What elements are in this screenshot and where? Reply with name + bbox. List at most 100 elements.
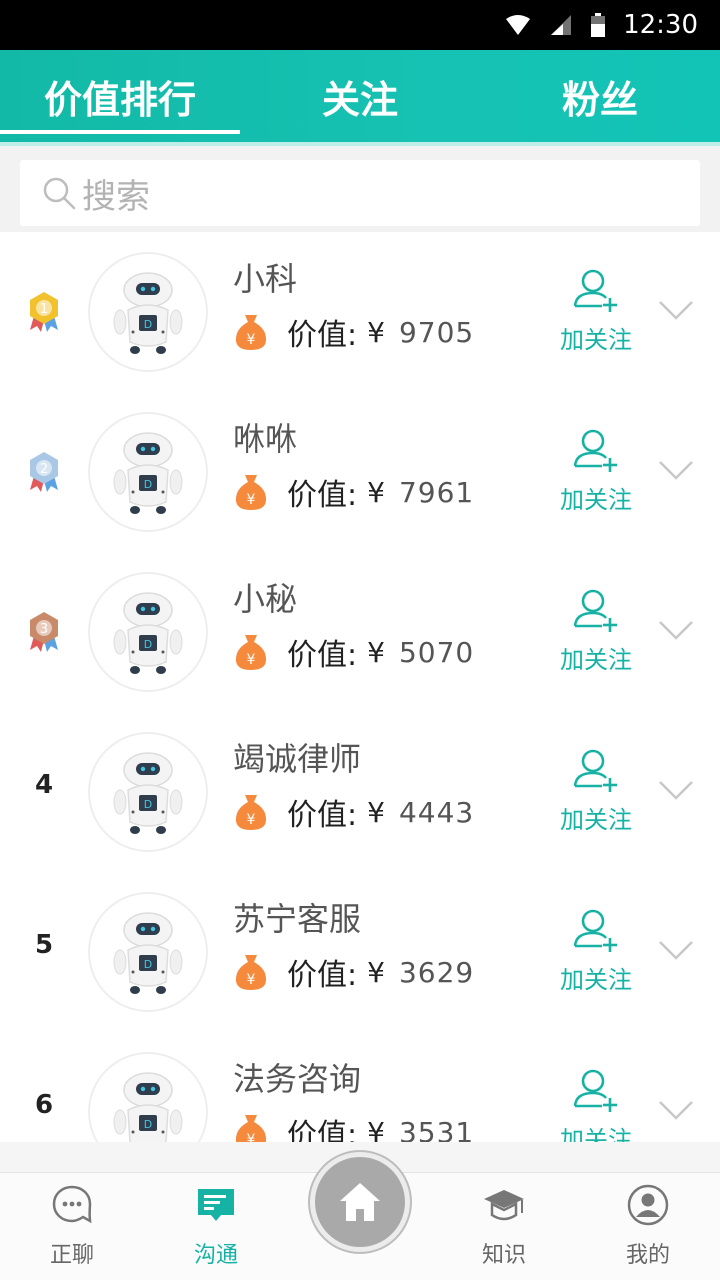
value-line: ¥ 价值: ¥ 3629 xyxy=(233,952,474,993)
nav-label: 正聊 xyxy=(49,1243,94,1268)
user-name[interactable]: 小科 xyxy=(233,254,297,300)
follow-label: 加关注 xyxy=(560,966,632,994)
bronze-medal-icon: 3 xyxy=(30,612,58,652)
list-item[interactable]: 6 D 法务咨询 ¥ 价值: ¥ 3531 加关注 xyxy=(0,1032,720,1142)
home-button[interactable] xyxy=(310,1152,410,1252)
svg-text:D: D xyxy=(144,1118,152,1131)
add-follow-button[interactable]: 加关注 xyxy=(556,264,636,360)
nav-item-knowledge[interactable]: 知识 xyxy=(444,1173,564,1280)
follow-label: 加关注 xyxy=(560,1126,632,1142)
value-amount: 4443 xyxy=(398,795,475,829)
ranking-list: 1 D 小科 ¥ 价值: ¥ 9705 加关注 2 D 咻咻 ¥ 价值: ¥ 7… xyxy=(0,232,720,1142)
user-name[interactable]: 竭诚律师 xyxy=(233,734,361,780)
svg-text:2: 2 xyxy=(40,462,48,477)
robot-avatar[interactable]: D xyxy=(88,1052,208,1142)
robot-avatar[interactable]: D xyxy=(88,572,208,692)
nav-item-communicate[interactable]: 沟通 xyxy=(156,1173,276,1280)
money-bag-icon: ¥ xyxy=(235,315,267,350)
robot-avatar-icon: D xyxy=(113,592,183,674)
robot-avatar[interactable]: D xyxy=(88,732,208,852)
battery-icon xyxy=(591,13,606,37)
add-follow-button[interactable]: 加关注 xyxy=(556,584,636,680)
svg-text:D: D xyxy=(144,958,152,971)
nav-item-chat[interactable]: 正聊 xyxy=(12,1173,132,1280)
tab-label: 关注 xyxy=(321,77,398,122)
svg-text:¥: ¥ xyxy=(247,332,256,348)
money-bag-icon: ¥ xyxy=(235,635,267,670)
follow-label: 加关注 xyxy=(560,486,632,514)
money-bag-icon: ¥ xyxy=(235,955,267,990)
chevron-down-icon[interactable] xyxy=(658,618,694,642)
add-follow-button[interactable]: 加关注 xyxy=(556,744,636,840)
robot-avatar[interactable]: D xyxy=(88,412,208,532)
tab-fans[interactable]: 粉丝 xyxy=(480,50,720,142)
chevron-down-icon[interactable] xyxy=(658,298,694,322)
top-tab-bar: 价值排行 关注 粉丝 xyxy=(0,50,720,142)
list-item[interactable]: 5 D 苏宁客服 ¥ 价值: ¥ 3629 加关注 xyxy=(0,872,720,1032)
robot-avatar-icon: D xyxy=(113,1072,183,1142)
svg-text:¥: ¥ xyxy=(247,652,256,668)
user-name[interactable]: 法务咨询 xyxy=(233,1054,361,1100)
follow-label: 加关注 xyxy=(560,326,632,354)
user-name[interactable]: 苏宁客服 xyxy=(233,894,361,940)
add-user-icon xyxy=(573,429,617,472)
nav-label: 知识 xyxy=(481,1243,526,1268)
tab-value-ranking[interactable]: 价值排行 xyxy=(0,50,240,142)
currency-symbol: ¥ xyxy=(367,635,385,669)
svg-text:D: D xyxy=(144,638,152,651)
search-placeholder: 搜索 xyxy=(82,176,150,217)
list-item[interactable]: 3 D 小秘 ¥ 价值: ¥ 5070 加关注 xyxy=(0,552,720,712)
search-input[interactable]: 搜索 xyxy=(20,160,700,226)
money-bag-icon: ¥ xyxy=(235,795,267,830)
message-icon xyxy=(198,1189,234,1221)
rank-number: 4 xyxy=(34,770,54,800)
money-bag-icon: ¥ xyxy=(235,475,267,510)
svg-text:¥: ¥ xyxy=(247,812,256,828)
currency-symbol: ¥ xyxy=(367,955,385,989)
nav-label: 沟通 xyxy=(193,1243,238,1268)
user-profile-icon xyxy=(627,1184,669,1226)
value-line: ¥ 价值: ¥ 4443 xyxy=(233,792,475,833)
chevron-down-icon[interactable] xyxy=(658,778,694,802)
robot-avatar-icon: D xyxy=(113,432,183,514)
robot-avatar[interactable]: D xyxy=(88,252,208,372)
value-line: ¥ 价值: ¥ 7961 xyxy=(233,472,475,513)
value-line: ¥ 价值: ¥ 3531 xyxy=(233,1112,474,1142)
chevron-down-icon[interactable] xyxy=(658,938,694,962)
list-item[interactable]: 2 D 咻咻 ¥ 价值: ¥ 7961 加关注 xyxy=(0,392,720,552)
follow-label: 加关注 xyxy=(560,646,632,674)
user-name[interactable]: 小秘 xyxy=(233,574,297,620)
home-icon xyxy=(340,1183,380,1221)
active-tab-indicator xyxy=(0,130,240,134)
add-user-icon xyxy=(573,589,617,632)
value-amount: 5070 xyxy=(398,635,475,669)
value-amount: 7961 xyxy=(398,475,475,509)
list-item[interactable]: 1 D 小科 ¥ 价值: ¥ 9705 加关注 xyxy=(0,232,720,392)
robot-avatar[interactable]: D xyxy=(88,892,208,1012)
add-user-icon xyxy=(573,909,617,952)
search-area: 搜索 xyxy=(0,146,720,232)
tab-label: 粉丝 xyxy=(561,77,638,122)
list-item[interactable]: 4 D 竭诚律师 ¥ 价值: ¥ 4443 加关注 xyxy=(0,712,720,872)
value-amount: 9705 xyxy=(398,315,475,349)
value-label: 价值: xyxy=(287,1118,358,1142)
tab-following[interactable]: 关注 xyxy=(240,50,480,142)
user-name[interactable]: 咻咻 xyxy=(233,414,297,460)
chevron-down-icon[interactable] xyxy=(658,1098,694,1122)
nav-item-me[interactable]: 我的 xyxy=(588,1173,708,1280)
tab-label: 价值排行 xyxy=(43,77,196,122)
svg-text:D: D xyxy=(144,318,152,331)
value-label: 价值: xyxy=(287,798,358,833)
chevron-down-icon[interactable] xyxy=(658,458,694,482)
silver-medal-icon: 2 xyxy=(30,452,58,492)
svg-text:D: D xyxy=(144,478,152,491)
add-follow-button[interactable]: 加关注 xyxy=(556,1064,636,1142)
value-amount: 3531 xyxy=(398,1115,475,1143)
add-follow-button[interactable]: 加关注 xyxy=(556,424,636,520)
svg-text:1: 1 xyxy=(40,302,48,317)
value-line: ¥ 价值: ¥ 9705 xyxy=(233,312,475,353)
currency-symbol: ¥ xyxy=(367,315,385,349)
currency-symbol: ¥ xyxy=(367,1115,385,1143)
currency-symbol: ¥ xyxy=(367,475,385,509)
add-follow-button[interactable]: 加关注 xyxy=(556,904,636,1000)
